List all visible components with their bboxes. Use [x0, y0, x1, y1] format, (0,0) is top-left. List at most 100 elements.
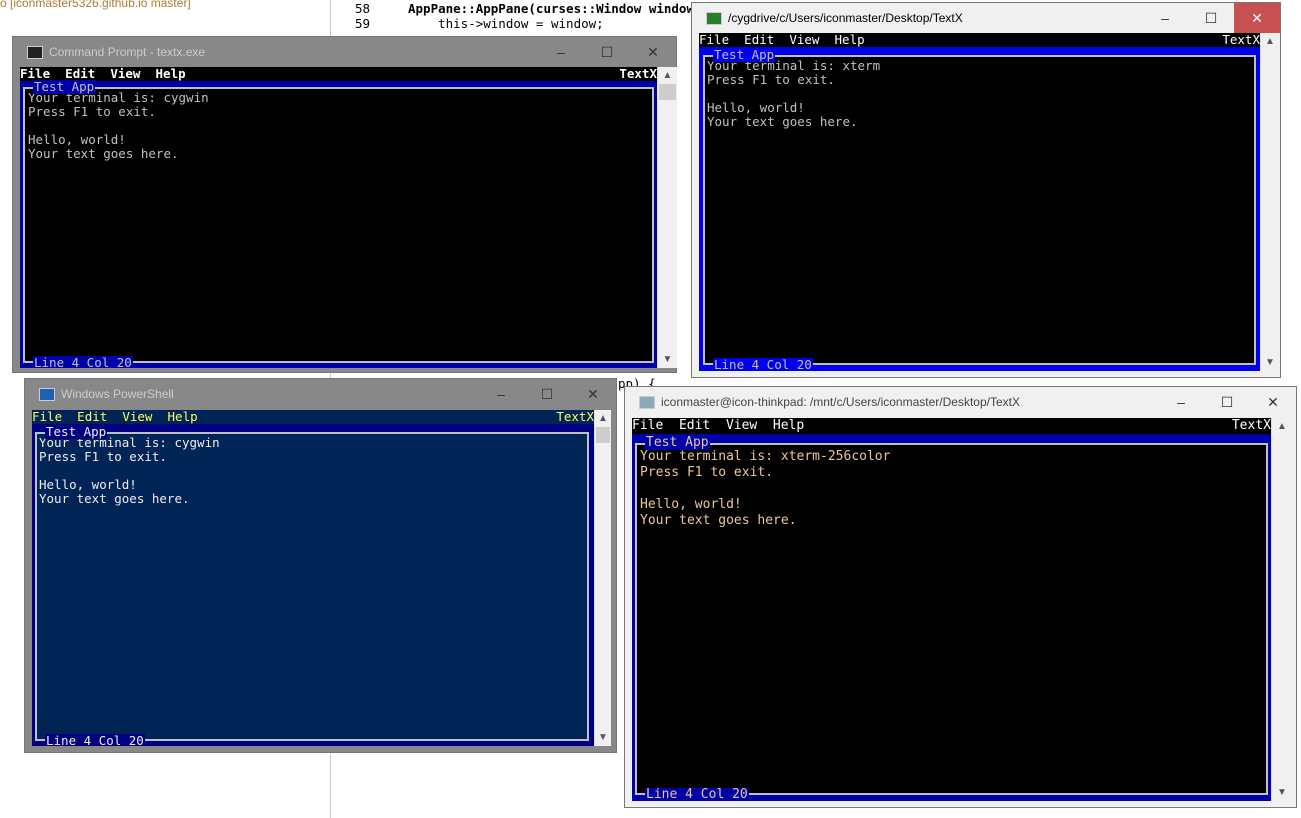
window-title: /cygdrive/c/Users/iconmaster/Desktop/Tex…: [728, 11, 963, 25]
pane-text: Your terminal is: xterm Press F1 to exit.…: [705, 57, 1254, 129]
scroll-down-icon[interactable]: ▼: [1261, 354, 1279, 371]
maximize-button[interactable]: ☐: [524, 379, 570, 409]
terminal[interactable]: File Edit View Help TextX Test App Your t…: [20, 67, 657, 368]
text-line: Your terminal is: xterm: [707, 58, 881, 73]
title-bar[interactable]: Command Prompt - textx.exe – ☐ ✕: [13, 37, 676, 67]
scroll-down-icon[interactable]: ▼: [595, 729, 611, 746]
code-line: this->window = window;: [408, 16, 604, 31]
scroll-thumb[interactable]: [659, 84, 676, 100]
text-line: [640, 482, 1266, 498]
menu-view[interactable]: View: [726, 418, 757, 433]
maximize-button[interactable]: ☐: [1204, 387, 1250, 417]
menu-file[interactable]: File: [632, 418, 663, 433]
menu-view[interactable]: View: [122, 410, 152, 424]
scrollbar[interactable]: ▲ ▼: [657, 67, 677, 368]
terminal-icon: [639, 395, 655, 409]
text-line: Press F1 to exit.: [707, 72, 835, 87]
scroll-up-icon[interactable]: ▲: [658, 67, 677, 84]
text-line: Your terminal is: xterm-256color: [640, 449, 891, 464]
pane-text: Your terminal is: cygwin Press F1 to exit…: [25, 89, 652, 161]
app-pane: Test App Your terminal is: xterm-256colo…: [635, 436, 1268, 801]
text-line: [28, 119, 652, 133]
scroll-up-icon[interactable]: ▲: [595, 410, 611, 427]
command-prompt-window[interactable]: Command Prompt - textx.exe – ☐ ✕ File Edit…: [12, 36, 677, 373]
app-brand: TextX: [556, 410, 594, 424]
cygwin-terminal-window[interactable]: /cygdrive/c/Users/iconmaster/Desktop/Tex…: [691, 2, 1281, 378]
text-line: Hello, world!: [707, 100, 805, 115]
scrollbar[interactable]: ▲ ▼: [594, 410, 611, 746]
status-line: Line 4 Col 20: [45, 733, 145, 746]
window-title: Windows PowerShell: [61, 387, 174, 401]
line-number: 59: [355, 16, 371, 31]
close-button[interactable]: ✕: [630, 37, 676, 67]
scroll-up-icon[interactable]: ▲: [1272, 418, 1292, 435]
scroll-down-icon[interactable]: ▼: [1272, 784, 1292, 801]
menu-help[interactable]: Help: [156, 67, 186, 81]
scroll-down-icon[interactable]: ▼: [658, 351, 677, 368]
pane-title: Test App: [45, 424, 108, 439]
pane-text: Your terminal is: cygwin Press F1 to exit…: [37, 434, 587, 506]
menu-file[interactable]: File: [32, 410, 62, 424]
pane-title: Test App: [33, 79, 96, 94]
powershell-icon: [39, 387, 55, 401]
pane-title: Test App: [713, 47, 776, 62]
menu-bar: File Edit View Help TextX: [20, 67, 657, 81]
menu-edit[interactable]: Edit: [679, 418, 710, 433]
window-title: Command Prompt - textx.exe: [49, 45, 206, 59]
text-line: Press F1 to exit.: [28, 104, 156, 119]
menu-bar: File Edit View Help TextX: [32, 410, 594, 424]
menu-bar: File Edit View Help TextX: [699, 33, 1260, 47]
menu-bar: File Edit View Help TextX: [632, 418, 1271, 434]
app-pane: Test App Your terminal is: cygwin Press F…: [35, 425, 589, 746]
pane-text: Your terminal is: xterm-256color Press F1…: [637, 445, 1266, 530]
scroll-up-icon[interactable]: ▲: [1261, 33, 1279, 50]
text-line: Your terminal is: cygwin: [39, 435, 220, 450]
app-brand: TextX: [619, 67, 657, 81]
status-line: Line 4 Col 20: [645, 787, 749, 801]
scroll-thumb[interactable]: [596, 427, 610, 443]
close-button[interactable]: ✕: [1234, 3, 1280, 33]
window-title: iconmaster@icon-thinkpad: /mnt/c/Users/i…: [661, 395, 1020, 409]
close-button[interactable]: ✕: [570, 379, 616, 409]
menu-edit[interactable]: Edit: [744, 33, 774, 47]
menu-help[interactable]: Help: [773, 418, 804, 433]
title-bar[interactable]: Windows PowerShell – ☐ ✕: [25, 379, 616, 409]
text-line: Hello, world!: [39, 477, 137, 492]
status-line: Line 4 Col 20: [33, 355, 133, 368]
menu-edit[interactable]: Edit: [77, 410, 107, 424]
text-line: Hello, world!: [28, 132, 126, 147]
terminal[interactable]: File Edit View Help TextX Test App Your t…: [32, 410, 594, 746]
status-line: Line 4 Col 20: [713, 357, 813, 371]
title-bar[interactable]: iconmaster@icon-thinkpad: /mnt/c/Users/i…: [625, 387, 1296, 417]
menu-file[interactable]: File: [699, 33, 729, 47]
maximize-button[interactable]: ☐: [1188, 3, 1234, 33]
app-brand: TextX: [1222, 33, 1260, 47]
maximize-button[interactable]: ☐: [584, 37, 630, 67]
app-brand: TextX: [1231, 418, 1271, 433]
minimize-button[interactable]: –: [1158, 387, 1204, 417]
minimize-button[interactable]: –: [478, 379, 524, 409]
terminal[interactable]: File Edit View Help TextX Test App Your t…: [699, 33, 1260, 371]
text-line: [39, 464, 587, 478]
wsl-terminal-window[interactable]: iconmaster@icon-thinkpad: /mnt/c/Users/i…: [624, 386, 1297, 808]
text-line: Your text goes here.: [640, 513, 797, 528]
scrollbar[interactable]: ▲ ▼: [1271, 418, 1292, 801]
scrollbar[interactable]: ▲ ▼: [1260, 33, 1279, 371]
text-line: Press F1 to exit.: [39, 449, 167, 464]
terminal[interactable]: File Edit View Help TextX Test App Your t…: [632, 418, 1271, 801]
powershell-window[interactable]: Windows PowerShell – ☐ ✕ File Edit View He…: [24, 378, 617, 753]
text-line: Hello, world!: [640, 497, 742, 512]
menu-view[interactable]: View: [110, 67, 140, 81]
minimize-button[interactable]: –: [1142, 3, 1188, 33]
text-line: Your terminal is: cygwin: [28, 90, 209, 105]
menu-view[interactable]: View: [789, 33, 819, 47]
close-button[interactable]: ✕: [1250, 387, 1296, 417]
app-pane: Test App Your terminal is: xterm Press F1…: [703, 48, 1256, 371]
app-pane: Test App Your terminal is: cygwin Press F…: [23, 80, 654, 368]
menu-help[interactable]: Help: [168, 410, 198, 424]
menu-help[interactable]: Help: [835, 33, 865, 47]
text-line: Your text goes here.: [707, 114, 858, 129]
minimize-button[interactable]: –: [538, 37, 584, 67]
title-bar[interactable]: /cygdrive/c/Users/iconmaster/Desktop/Tex…: [692, 3, 1280, 33]
pane-title: Test App: [645, 435, 710, 450]
